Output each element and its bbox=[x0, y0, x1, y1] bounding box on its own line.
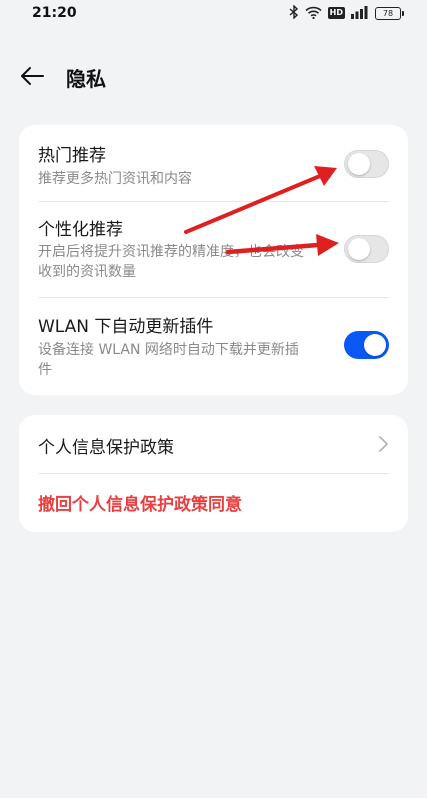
status-time: 21:20 bbox=[32, 5, 77, 21]
status-icons: HD 78 bbox=[289, 3, 404, 23]
popular-recommendation-toggle[interactable] bbox=[344, 150, 389, 178]
privacy-policy-card: 个人信息保护政策 撤回个人信息保护政策同意 bbox=[19, 415, 408, 532]
app-bar: 隐私 bbox=[0, 50, 427, 102]
setting-subtitle: 设备连接 WLAN 网络时自动下载并更新插件 bbox=[38, 342, 299, 378]
personalized-recommendation-toggle[interactable] bbox=[344, 235, 389, 263]
setting-title: WLAN 下自动更新插件 bbox=[38, 317, 214, 337]
toggle-knob bbox=[348, 153, 370, 175]
wifi-icon bbox=[305, 4, 322, 23]
bluetooth-icon bbox=[289, 3, 299, 23]
back-arrow-icon bbox=[21, 67, 44, 85]
chevron-right-icon bbox=[379, 436, 388, 452]
privacy-policy-label: 个人信息保护政策 bbox=[38, 438, 174, 458]
cellular-signal-icon bbox=[351, 4, 369, 23]
setting-subtitle: 推荐更多热门资讯和内容 bbox=[38, 171, 192, 187]
toggle-knob bbox=[348, 238, 370, 260]
back-button[interactable] bbox=[16, 62, 48, 90]
setting-row-personalized-recommendation[interactable]: 个性化推荐 开启后将提升资讯推荐的精准度，也会改变收到的资讯数量 bbox=[19, 202, 408, 297]
setting-title: 个性化推荐 bbox=[38, 220, 123, 240]
recommendation-settings-card: 热门推荐 推荐更多热门资讯和内容 个性化推荐 开启后将提升资讯推荐的精准度，也会… bbox=[19, 125, 408, 395]
setting-subtitle: 开启后将提升资讯推荐的精准度，也会改变收到的资讯数量 bbox=[38, 244, 304, 280]
page-title: 隐私 bbox=[66, 67, 106, 91]
toggle-knob bbox=[364, 334, 386, 356]
divider bbox=[38, 473, 389, 474]
revoke-consent-button[interactable]: 撤回个人信息保护政策同意 bbox=[38, 490, 242, 515]
battery-icon: 78 bbox=[375, 6, 404, 20]
hd-icon: HD bbox=[327, 7, 345, 19]
setting-row-wlan-auto-update[interactable]: WLAN 下自动更新插件 设备连接 WLAN 网络时自动下载并更新插件 bbox=[19, 298, 408, 395]
setting-title: 热门推荐 bbox=[38, 146, 106, 166]
status-bar: 21:20 HD 78 bbox=[0, 0, 427, 28]
annotation-arrows bbox=[184, 166, 339, 256]
wlan-auto-update-toggle[interactable] bbox=[344, 331, 389, 359]
setting-row-popular-recommendation[interactable]: 热门推荐 推荐更多热门资讯和内容 bbox=[19, 125, 408, 201]
privacy-policy-link[interactable]: 个人信息保护政策 bbox=[19, 415, 408, 473]
